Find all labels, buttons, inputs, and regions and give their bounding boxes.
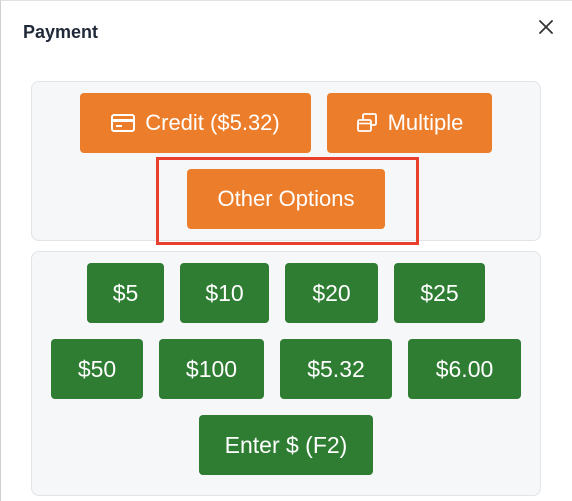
payment-dialog: Payment Credit ($5.32) Multiple Other Op… — [0, 0, 572, 501]
amount-label: $6.00 — [435, 355, 494, 382]
amount-label: $25 — [420, 279, 459, 306]
amount-button-100[interactable]: $100 — [159, 339, 264, 399]
enter-amount-button[interactable]: Enter $ (F2) — [199, 415, 373, 475]
credit-button[interactable]: Credit ($5.32) — [80, 93, 311, 153]
amount-button-5[interactable]: $5 — [87, 263, 164, 323]
amount-button-exact[interactable]: $5.32 — [280, 339, 392, 399]
multiple-button[interactable]: Multiple — [327, 93, 492, 153]
amount-button-20[interactable]: $20 — [285, 263, 378, 323]
amount-button-50[interactable]: $50 — [51, 339, 143, 399]
amount-button-round-up[interactable]: $6.00 — [408, 339, 521, 399]
amount-label: $5.32 — [307, 355, 365, 382]
close-icon — [539, 20, 553, 34]
amount-button-10[interactable]: $10 — [180, 263, 269, 323]
amount-label: $5 — [112, 279, 139, 306]
dialog-title: Payment — [23, 22, 99, 42]
amount-label: $10 — [205, 279, 244, 306]
amount-label: $20 — [312, 279, 351, 306]
highlight-box — [156, 157, 419, 245]
multiple-button-label: Multiple — [387, 110, 464, 135]
amount-button-25[interactable]: $25 — [394, 263, 485, 323]
windows-icon — [356, 113, 378, 133]
close-button[interactable] — [534, 15, 558, 39]
amount-label: $100 — [185, 355, 238, 382]
credit-card-icon — [111, 114, 136, 132]
amount-label: $50 — [77, 355, 117, 382]
enter-amount-label: Enter $ (F2) — [224, 431, 348, 458]
credit-button-label: Credit ($5.32) — [145, 110, 280, 135]
